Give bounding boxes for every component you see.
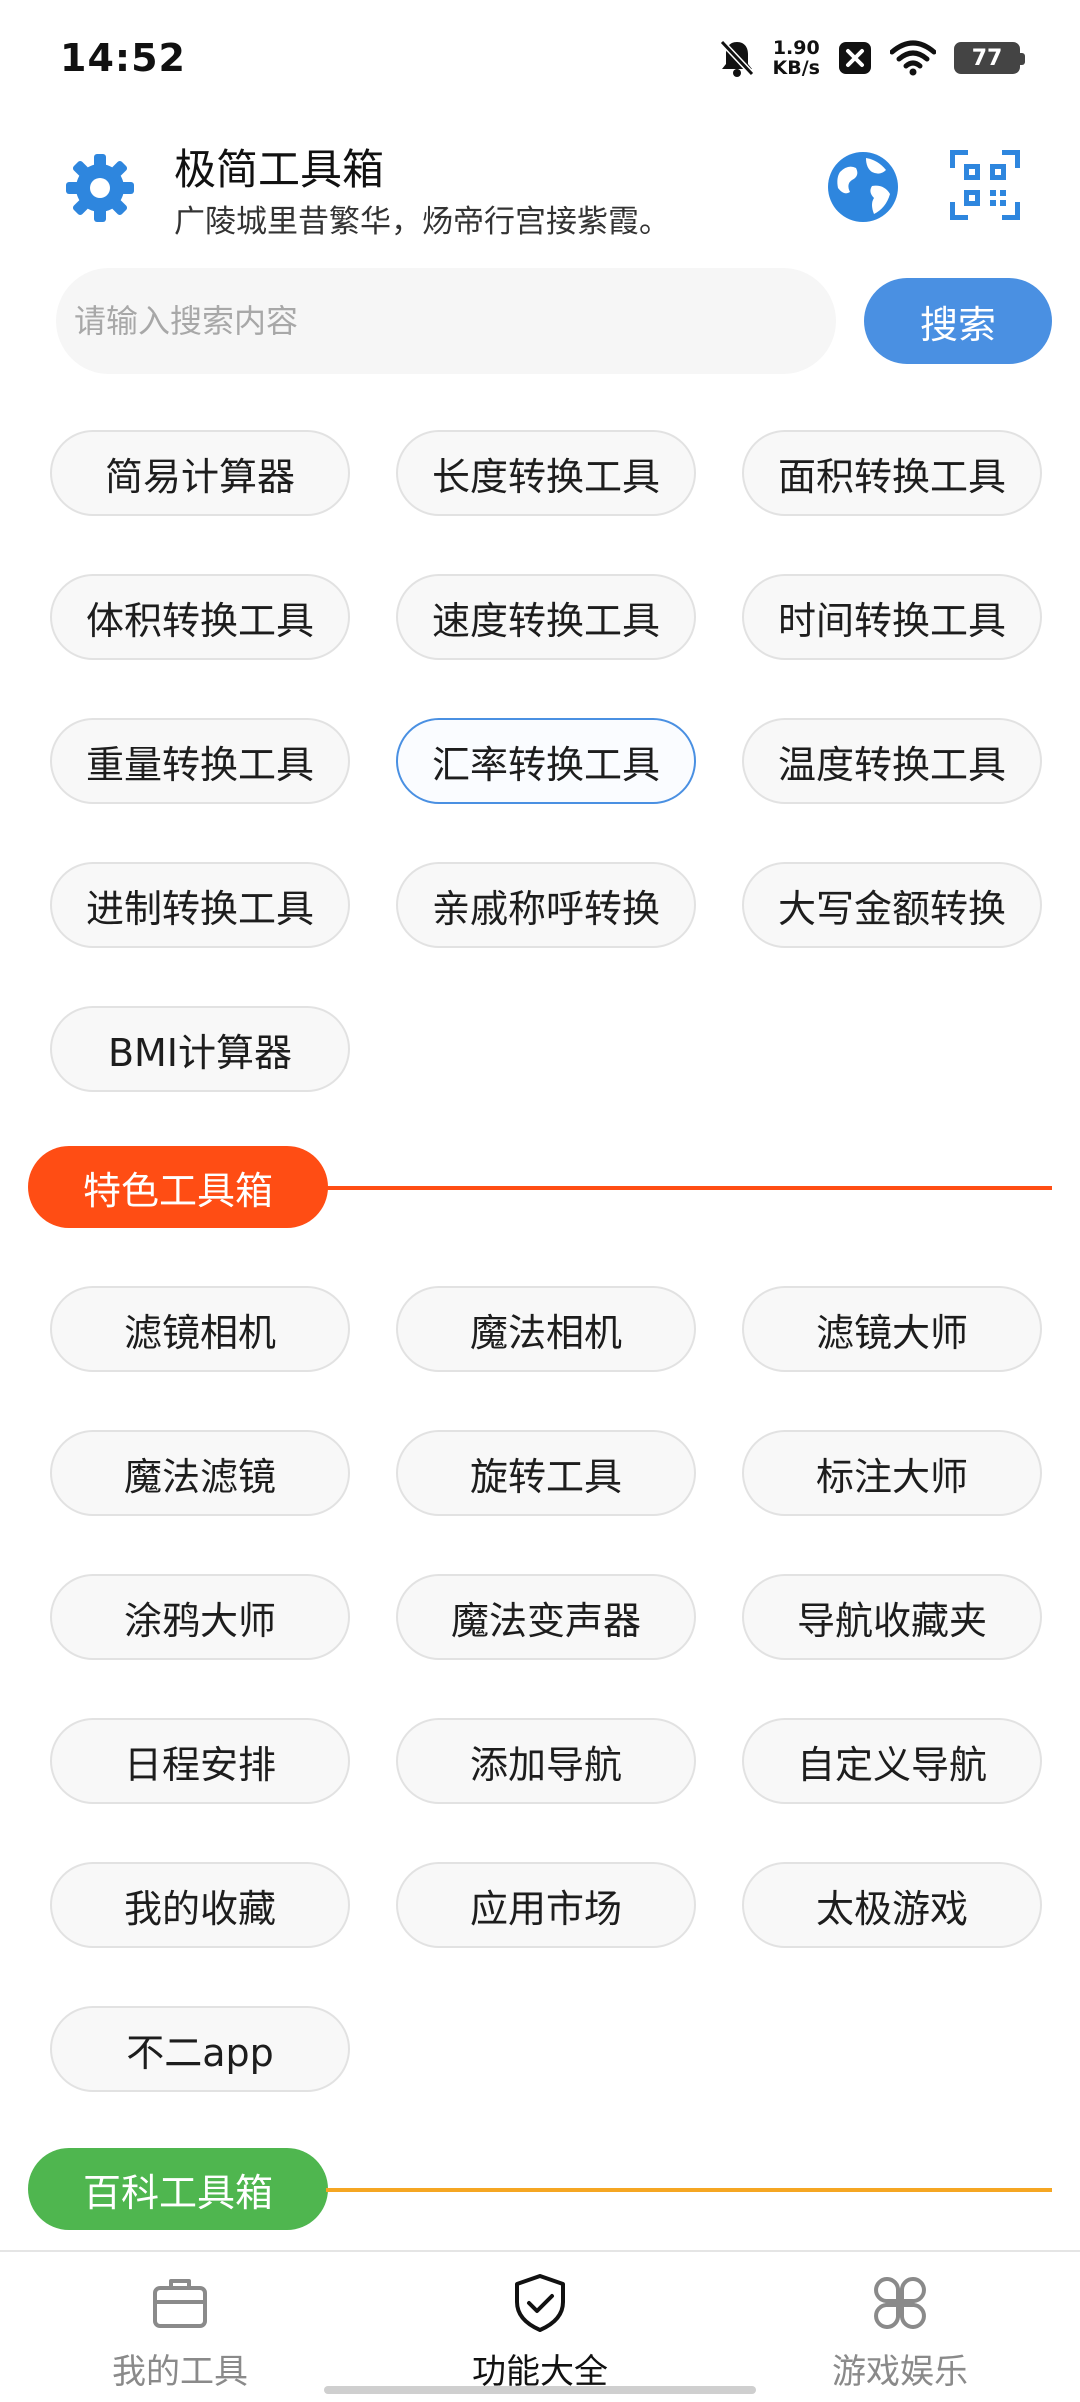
tool-chip[interactable]: 面积转换工具 [742, 430, 1042, 516]
feature-chip[interactable]: 魔法相机 [396, 1286, 696, 1372]
wifi-icon [890, 40, 936, 76]
nav-label: 游戏娱乐 [832, 2352, 968, 2392]
feature-grid: 滤镜相机 魔法相机 滤镜大师 魔法滤镜 旋转工具 标注大师 涂鸦大师 魔法变声器… [50, 1286, 1045, 2092]
battery-indicator: 77 [954, 42, 1025, 74]
nav-item-all-features[interactable]: 功能大全 [360, 2252, 720, 2402]
briefcase-icon [153, 2279, 207, 2328]
feature-chip[interactable]: 涂鸦大师 [50, 1574, 350, 1660]
nav-item-my-tools[interactable]: 我的工具 [0, 2252, 360, 2402]
feature-chip[interactable]: 应用市场 [396, 1862, 696, 1948]
gear-icon[interactable] [60, 148, 140, 228]
feature-chip[interactable]: 滤镜大师 [742, 1286, 1042, 1372]
app-subtitle: 广陵城里昔繁华，炀帝行宫接紫霞。 [174, 204, 670, 240]
net-speed-value: 1.90 [772, 37, 820, 59]
tool-chip[interactable]: 温度转换工具 [742, 718, 1042, 804]
data-off-icon [839, 42, 871, 74]
feature-chip[interactable]: 添加导航 [396, 1718, 696, 1804]
grid-flower-icon [874, 2277, 926, 2329]
shield-check-icon [515, 2274, 565, 2332]
feature-chip[interactable]: 我的收藏 [50, 1862, 350, 1948]
tool-chip[interactable]: BMI计算器 [50, 1006, 350, 1092]
tool-chip[interactable]: 进制转换工具 [50, 862, 350, 948]
qr-scan-icon[interactable] [950, 150, 1020, 220]
search-input[interactable] [56, 268, 836, 374]
tool-chip[interactable]: 大写金额转换 [742, 862, 1042, 948]
tool-chip-selected[interactable]: 汇率转换工具 [396, 718, 696, 804]
tool-chip[interactable]: 长度转换工具 [396, 430, 696, 516]
bottom-nav: 我的工具 功能大全 游戏娱乐 [0, 2250, 1080, 2400]
section-divider-wiki [326, 2188, 1052, 2192]
app-title: 极简工具箱 [174, 145, 385, 194]
feature-chip[interactable]: 自定义导航 [742, 1718, 1042, 1804]
section-header-wiki: 百科工具箱 [28, 2148, 328, 2230]
search-button[interactable]: 搜索 [864, 278, 1052, 364]
status-icons: 1.90 KB/s 77 [719, 38, 1025, 78]
feature-chip[interactable]: 太极游戏 [742, 1862, 1042, 1948]
tool-chip[interactable]: 时间转换工具 [742, 574, 1042, 660]
bell-muted-icon [719, 39, 754, 77]
feature-chip[interactable]: 标注大师 [742, 1430, 1042, 1516]
tools-grid: 简易计算器 长度转换工具 面积转换工具 体积转换工具 速度转换工具 时间转换工具… [50, 430, 1045, 1092]
section-header-feature: 特色工具箱 [28, 1146, 328, 1228]
globe-icon[interactable] [826, 150, 900, 224]
home-indicator[interactable] [324, 2386, 756, 2394]
feature-chip[interactable]: 旋转工具 [396, 1430, 696, 1516]
feature-chip[interactable]: 日程安排 [50, 1718, 350, 1804]
net-speed-unit: KB/s [772, 57, 820, 79]
feature-chip[interactable]: 滤镜相机 [50, 1286, 350, 1372]
nav-item-games[interactable]: 游戏娱乐 [720, 2252, 1080, 2402]
feature-chip[interactable]: 魔法变声器 [396, 1574, 696, 1660]
tool-chip[interactable]: 重量转换工具 [50, 718, 350, 804]
status-time: 14:52 [60, 36, 186, 80]
net-speed: 1.90 KB/s [773, 38, 820, 78]
feature-chip[interactable]: 不二app [50, 2006, 350, 2092]
nav-label: 我的工具 [112, 2352, 248, 2392]
feature-chip[interactable]: 魔法滤镜 [50, 1430, 350, 1516]
section-divider-feature [326, 1186, 1052, 1190]
feature-chip[interactable]: 导航收藏夹 [742, 1574, 1042, 1660]
tool-chip[interactable]: 体积转换工具 [50, 574, 350, 660]
tool-chip[interactable]: 亲戚称呼转换 [396, 862, 696, 948]
tool-chip[interactable]: 简易计算器 [50, 430, 350, 516]
tool-chip[interactable]: 速度转换工具 [396, 574, 696, 660]
